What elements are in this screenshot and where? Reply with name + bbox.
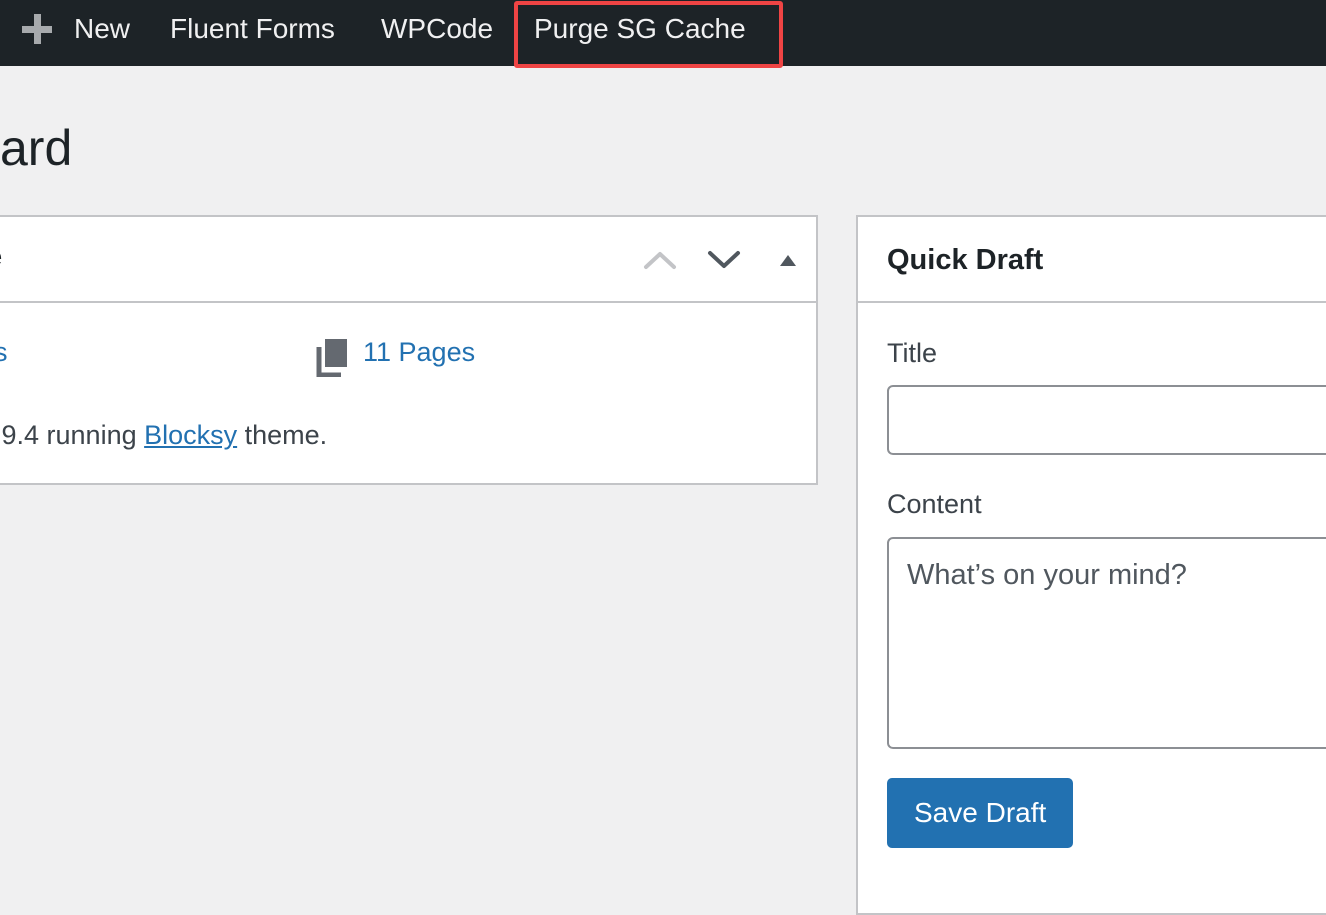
new-label: New <box>74 13 131 44</box>
content-label: Content <box>887 489 982 519</box>
theme-link[interactable]: Blocksy <box>144 420 237 450</box>
move-down-icon[interactable] <box>706 245 742 275</box>
plus-icon <box>22 14 52 44</box>
wpcode-menu[interactable]: WPCode <box>381 0 493 58</box>
title-label: Title <box>887 338 938 368</box>
version-text: .9.4 running Blocksy theme. <box>0 420 327 451</box>
widget-title: e <box>0 241 2 274</box>
fluent-forms-menu[interactable]: Fluent Forms <box>170 0 335 58</box>
at-a-glance-widget: e s 11 Pages .9.4 running Blocks <box>0 215 818 485</box>
move-up-icon[interactable] <box>642 245 678 275</box>
posts-count-link[interactable]: s <box>0 337 8 368</box>
widget-header: e <box>0 217 816 303</box>
pages-icon <box>316 339 347 377</box>
quick-draft-widget: Quick Draft Title Content Save Draft <box>856 215 1326 915</box>
pages-count-label: 11 Pages <box>363 337 476 367</box>
admin-bar: New Fluent Forms WPCode Purge SG Cache <box>0 0 1326 68</box>
title-input[interactable] <box>887 385 1326 455</box>
save-draft-button[interactable]: Save Draft <box>887 778 1074 848</box>
quick-draft-title: Quick Draft <box>887 244 1044 276</box>
quick-draft-header: Quick Draft <box>858 217 1326 303</box>
collapse-toggle-icon[interactable] <box>770 245 806 275</box>
version-suffix: theme. <box>237 420 328 450</box>
version-prefix: .9.4 running <box>0 420 145 450</box>
new-content-menu[interactable]: New <box>0 0 150 58</box>
page-title: ard <box>0 120 73 176</box>
content-textarea[interactable] <box>887 537 1326 749</box>
highlight-box <box>514 1 783 68</box>
